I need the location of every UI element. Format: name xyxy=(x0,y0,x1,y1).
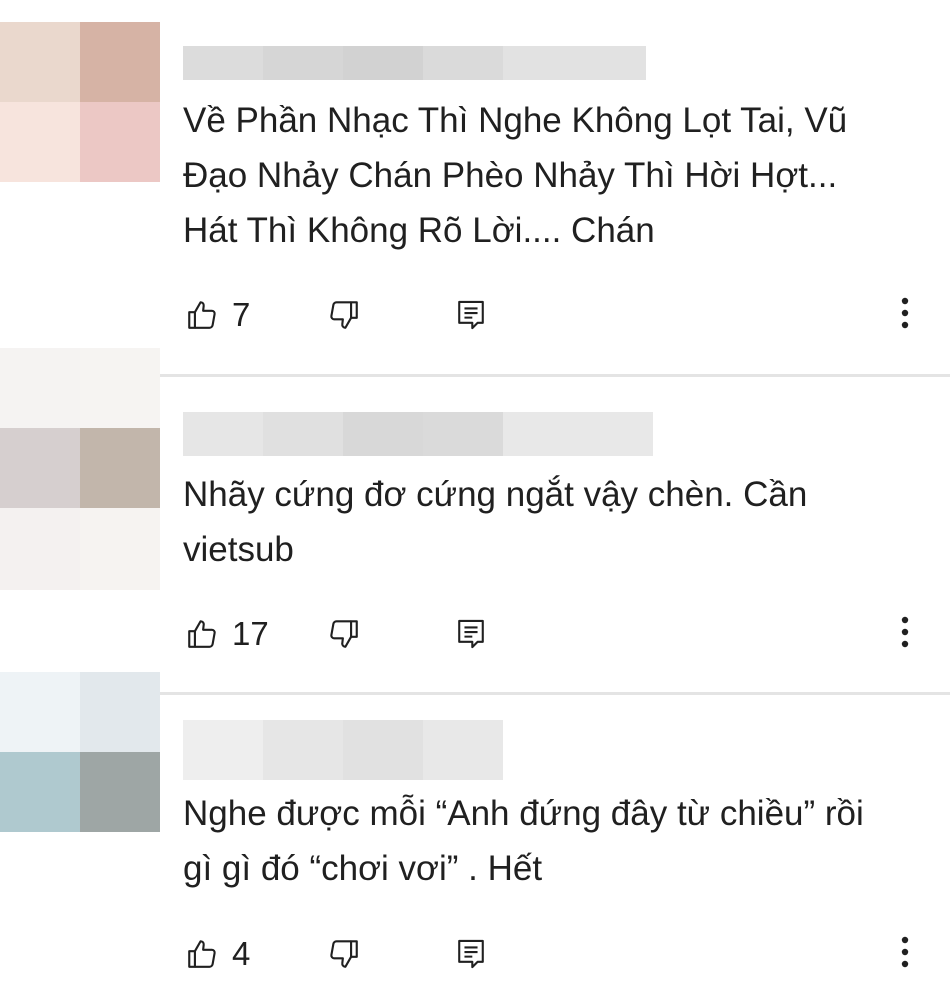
more-options-button[interactable] xyxy=(890,929,920,979)
like-count: 7 xyxy=(232,296,251,333)
like-button[interactable]: 17 xyxy=(185,609,269,659)
avatar[interactable] xyxy=(0,348,160,590)
more-options-button[interactable] xyxy=(890,290,920,340)
comment-text: Về Phần Nhạc Thì Nghe Không Lọt Tai, Vũ … xyxy=(183,101,848,250)
username-redacted[interactable] xyxy=(183,412,653,456)
comment-divider xyxy=(160,374,950,377)
dislike-button[interactable] xyxy=(327,929,361,979)
avatar-pixel xyxy=(80,672,160,752)
avatar-pixel xyxy=(0,102,80,182)
avatar-pixel xyxy=(0,672,80,752)
avatar[interactable] xyxy=(0,672,160,832)
comment-text: Nghe được mỗi “Anh đứng đây từ chiều” rồ… xyxy=(183,794,864,888)
username-redacted[interactable] xyxy=(183,46,646,80)
more-vertical-icon xyxy=(901,616,909,653)
thumb-up-icon xyxy=(185,617,219,651)
avatar-pixel xyxy=(80,348,160,428)
like-count: 4 xyxy=(232,935,251,972)
avatar-pixel xyxy=(0,752,80,832)
avatar-pixel xyxy=(80,428,160,508)
thumb-down-icon xyxy=(327,937,361,971)
avatar-pixel xyxy=(80,752,160,832)
dislike-button[interactable] xyxy=(327,290,361,340)
more-vertical-icon xyxy=(901,936,909,973)
thumb-up-icon xyxy=(185,298,219,332)
dislike-button[interactable] xyxy=(327,609,361,659)
reply-comment-icon xyxy=(455,937,487,971)
avatar-pixel xyxy=(0,348,80,428)
comment-divider xyxy=(160,692,950,695)
comment-actions: 7 xyxy=(183,290,923,340)
more-options-button[interactable] xyxy=(890,609,920,659)
like-count: 17 xyxy=(232,615,269,652)
comment-actions: 17 xyxy=(183,609,923,659)
reply-comment-icon xyxy=(455,617,487,651)
thumb-down-icon xyxy=(327,617,361,651)
avatar-pixel xyxy=(0,428,80,508)
reply-button[interactable] xyxy=(455,290,487,340)
thumb-up-icon xyxy=(185,937,219,971)
avatar-pixel xyxy=(80,22,160,102)
more-vertical-icon xyxy=(901,297,909,334)
like-button[interactable]: 7 xyxy=(185,290,250,340)
comment-actions: 4 xyxy=(183,929,923,979)
comment-text: Nhãy cứng đơ cứng ngắt vậy chèn. Cần vie… xyxy=(183,475,808,569)
avatar-pixel xyxy=(0,22,80,102)
avatar-pixel xyxy=(80,508,160,590)
thumb-down-icon xyxy=(327,298,361,332)
avatar[interactable] xyxy=(0,22,160,182)
avatar-pixel xyxy=(0,508,80,590)
reply-comment-icon xyxy=(455,298,487,332)
avatar-pixel xyxy=(80,102,160,182)
username-redacted[interactable] xyxy=(183,720,503,780)
reply-button[interactable] xyxy=(455,929,487,979)
reply-button[interactable] xyxy=(455,609,487,659)
like-button[interactable]: 4 xyxy=(185,929,250,979)
